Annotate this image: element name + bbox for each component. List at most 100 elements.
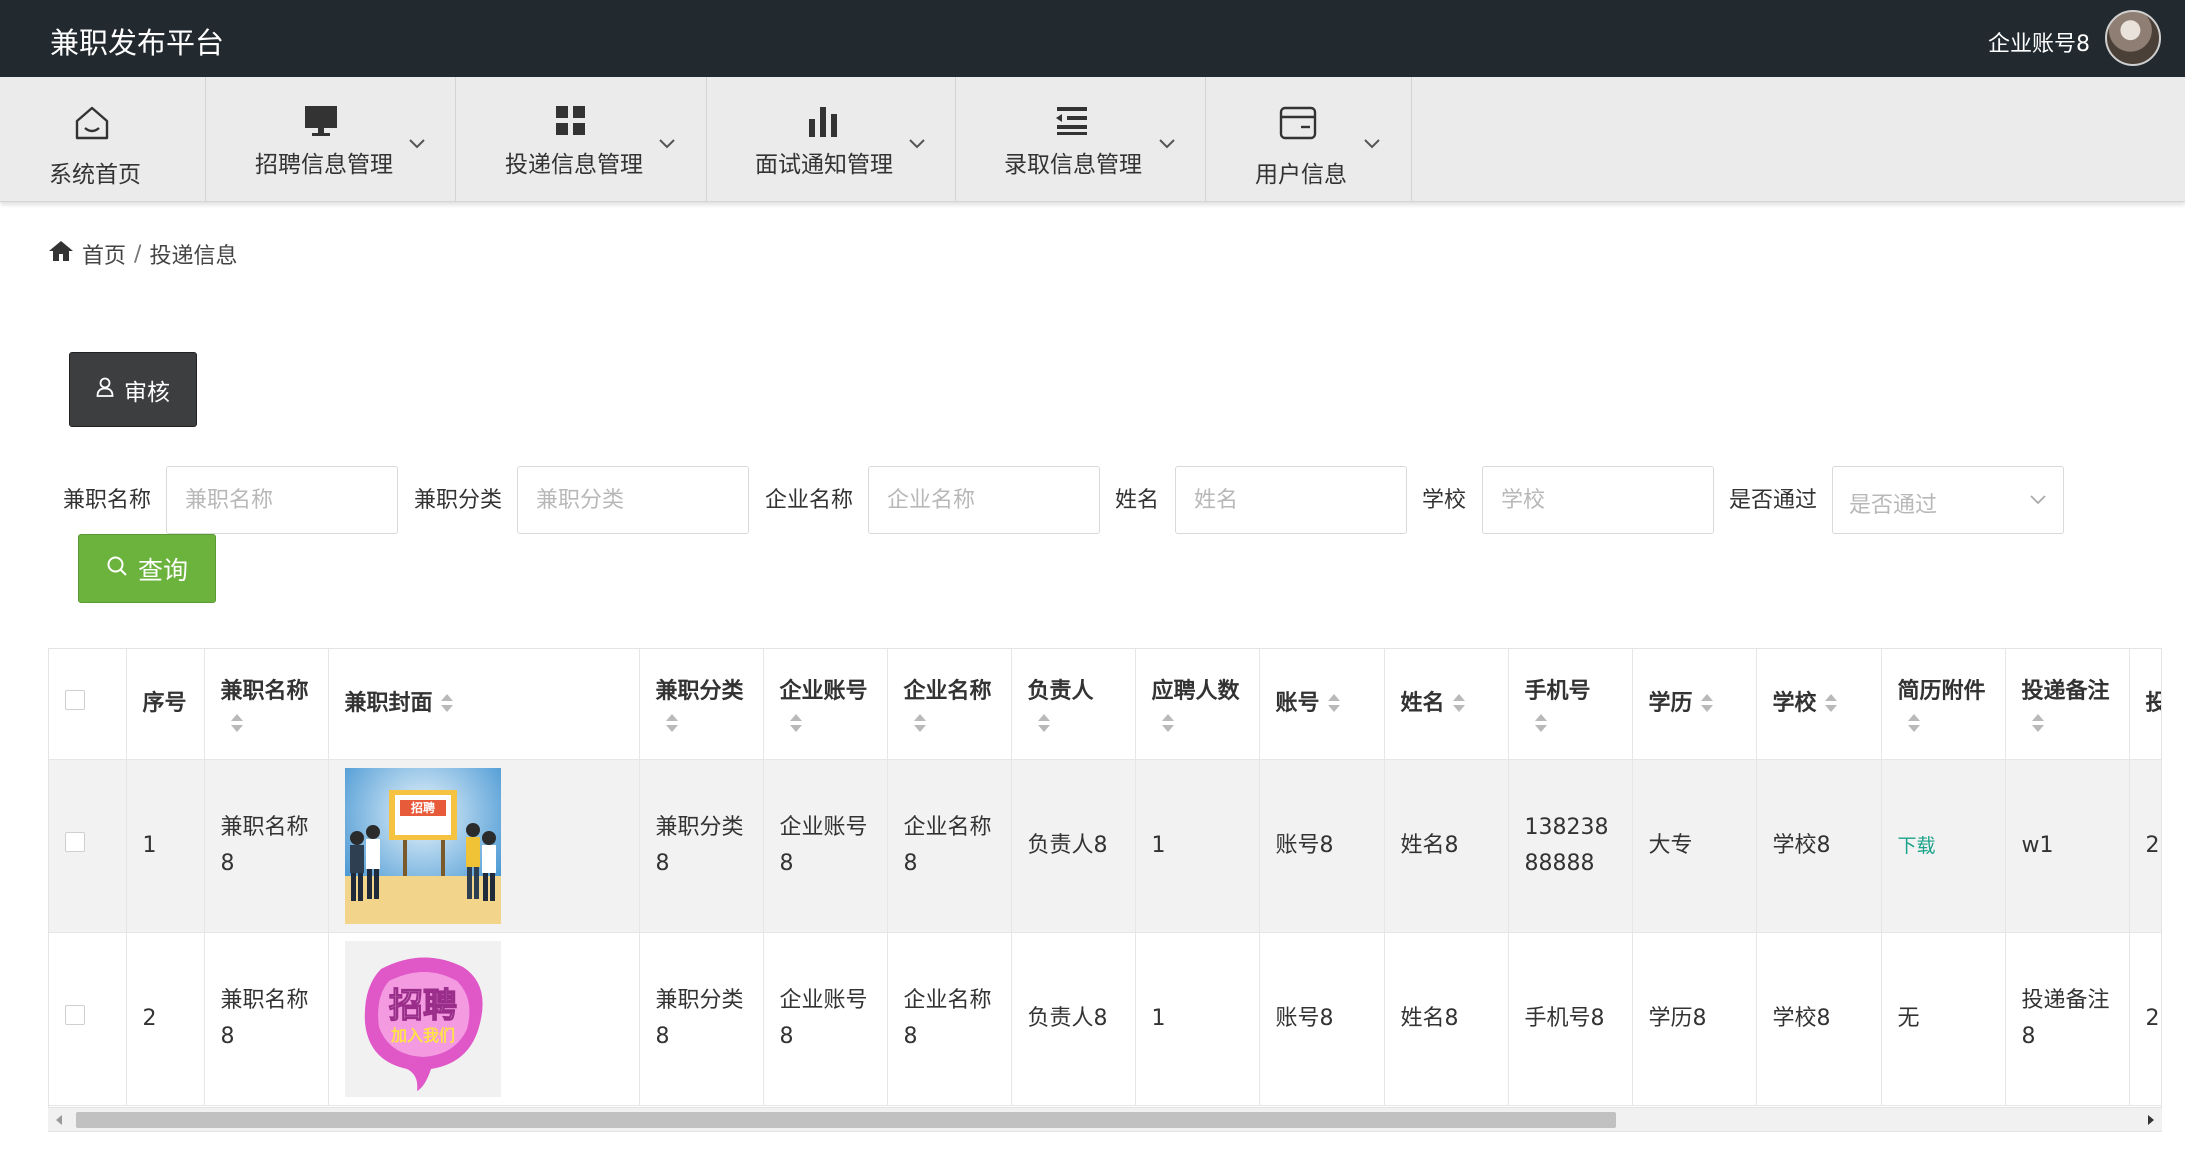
row-checkbox[interactable] [65, 1004, 85, 1025]
cell-truncated: 2(-2 [2129, 759, 2161, 933]
chevron-down-icon [1363, 135, 1381, 154]
row-checkbox[interactable] [65, 831, 85, 852]
cell-education: 大专 [1632, 759, 1757, 933]
cell-owner: 负责人8 [1011, 759, 1136, 933]
select-all-cell[interactable] [49, 649, 127, 760]
job-name-input[interactable] [166, 466, 398, 534]
col-header-applicants[interactable]: 应聘人数 [1135, 649, 1260, 760]
scrollbar-thumb[interactable] [76, 1112, 1616, 1128]
sort-icon[interactable] [1037, 713, 1050, 734]
nav-item-user-info[interactable]: 用户信息 [1206, 77, 1412, 201]
col-header-owner[interactable]: 负责人 [1011, 649, 1136, 760]
passed-select-value: 是否通过 [1849, 493, 1938, 518]
avatar[interactable] [2105, 10, 2161, 66]
svg-text:招聘: 招聘 [389, 986, 457, 1026]
chevron-down-icon [2029, 491, 2047, 510]
col-header-remark[interactable]: 投递备注 [2005, 649, 2130, 760]
sort-icon[interactable] [1534, 713, 1547, 734]
cell-phone: 13823888888 [1508, 759, 1633, 933]
cell-index: 1 [126, 759, 205, 933]
col-header-name[interactable]: 姓名 [1384, 649, 1509, 760]
nav-item-delivery[interactable]: 投递信息管理 [456, 77, 707, 201]
nav-item-admission[interactable]: 录取信息管理 [956, 77, 1206, 201]
sort-icon[interactable] [1907, 713, 1920, 734]
select-all-checkbox[interactable] [65, 689, 85, 710]
audit-button[interactable]: 审核 [69, 352, 197, 427]
table-horizontal-scrollbar[interactable] [48, 1107, 2162, 1131]
sort-icon[interactable] [2031, 713, 2044, 734]
nav-label-admission: 录取信息管理 [1004, 152, 1142, 178]
nav-item-home[interactable]: 系统首页 [0, 77, 206, 201]
cell-name: 姓名8 [1384, 932, 1509, 1106]
list-indent-icon [1052, 101, 1092, 141]
col-header-cover[interactable]: 兼职封面 [328, 649, 640, 760]
user-name[interactable]: 企业账号8 [1988, 26, 2090, 58]
scroll-right-arrow-icon[interactable] [2148, 1115, 2154, 1125]
breadcrumb: 首页 / 投递信息 [48, 238, 237, 270]
sort-icon[interactable] [1327, 693, 1340, 714]
phone-value: 13823888888 [1524, 814, 1609, 876]
cell-company-name: 企业名称8 [887, 932, 1012, 1106]
row-select-cell[interactable] [49, 759, 127, 933]
cell-remark: w1 [2005, 759, 2130, 933]
sort-icon[interactable] [440, 693, 453, 714]
sort-icon[interactable] [1452, 693, 1465, 714]
row-select-cell[interactable] [49, 932, 127, 1106]
school-input[interactable] [1482, 466, 1714, 534]
filter-label-job-name: 兼职名称 [63, 488, 152, 513]
table-row[interactable]: 1 兼职名称8 招聘 兼职分类8 企业账号8 企业名称8 负责人8 1 账号8 … [49, 759, 2161, 933]
col-header-phone[interactable]: 手机号 [1508, 649, 1633, 760]
sort-icon[interactable] [1700, 693, 1713, 714]
scroll-left-arrow-icon[interactable] [56, 1115, 62, 1125]
grid-icon [551, 101, 591, 141]
breadcrumb-home[interactable]: 首页 [82, 238, 126, 270]
cell-education: 学历8 [1632, 932, 1757, 1106]
cell-company-account: 企业账号8 [763, 759, 888, 933]
nav-label-interview: 面试通知管理 [755, 152, 893, 178]
home-icon [72, 103, 112, 143]
cell-category: 兼职分类8 [639, 759, 764, 933]
company-name-input[interactable] [868, 466, 1100, 534]
nav-label-user-info: 用户信息 [1255, 162, 1347, 188]
monitor-icon [301, 101, 341, 141]
col-header-company-name[interactable]: 企业名称 [887, 649, 1012, 760]
search-button[interactable]: 查询 [78, 534, 216, 603]
home-icon[interactable] [48, 240, 74, 268]
breadcrumb-separator: / [134, 241, 142, 267]
cell-school: 学校8 [1756, 932, 1882, 1106]
download-link[interactable]: 下载 [1898, 835, 1936, 857]
category-input[interactable] [517, 466, 749, 534]
sort-icon[interactable] [789, 713, 802, 734]
nav-label-home: 系统首页 [49, 162, 141, 188]
nav-label-recruit: 招聘信息管理 [255, 152, 393, 178]
filter-label-category: 兼职分类 [414, 488, 503, 513]
sort-icon[interactable] [230, 713, 243, 734]
cell-account: 账号8 [1259, 759, 1385, 933]
chevron-down-icon [908, 135, 926, 154]
name-input[interactable] [1175, 466, 1407, 534]
svg-text:加入我们: 加入我们 [389, 1026, 454, 1045]
cell-school: 学校8 [1756, 759, 1882, 933]
col-header-education[interactable]: 学历 [1632, 649, 1757, 760]
col-header-account[interactable]: 账号 [1259, 649, 1385, 760]
cell-remark: 投递备注8 [2005, 932, 2130, 1106]
recruit-cover-image: 招聘 加入我们 [344, 940, 501, 1097]
nav-item-interview[interactable]: 面试通知管理 [707, 77, 956, 201]
top-bar: 兼职发布平台 企业账号8 [0, 0, 2185, 77]
col-header-school[interactable]: 学校 [1756, 649, 1882, 760]
search-icon [106, 554, 128, 583]
passed-select[interactable]: 是否通过 [1832, 466, 2064, 534]
col-header-job-name[interactable]: 兼职名称 [204, 649, 329, 760]
col-header-resume[interactable]: 简历附件 [1881, 649, 2006, 760]
data-table: 序号 兼职名称 兼职封面 兼职分类 企业账号 企业名称 负责人 应聘人数 账号 … [48, 648, 2162, 1132]
table-row[interactable]: 2 兼职名称8 招聘 加入我们 兼职分类8 企业账号8 企业名称8 负责人8 1 [49, 932, 2161, 1106]
sort-icon[interactable] [1161, 713, 1174, 734]
sort-icon[interactable] [665, 713, 678, 734]
col-header-category[interactable]: 兼职分类 [639, 649, 764, 760]
nav-item-recruit[interactable]: 招聘信息管理 [206, 77, 456, 201]
sort-icon[interactable] [913, 713, 926, 734]
sort-icon[interactable] [1824, 693, 1837, 714]
cell-applicants: 1 [1135, 759, 1260, 933]
cell-account: 账号8 [1259, 932, 1385, 1106]
col-header-company-account[interactable]: 企业账号 [763, 649, 888, 760]
